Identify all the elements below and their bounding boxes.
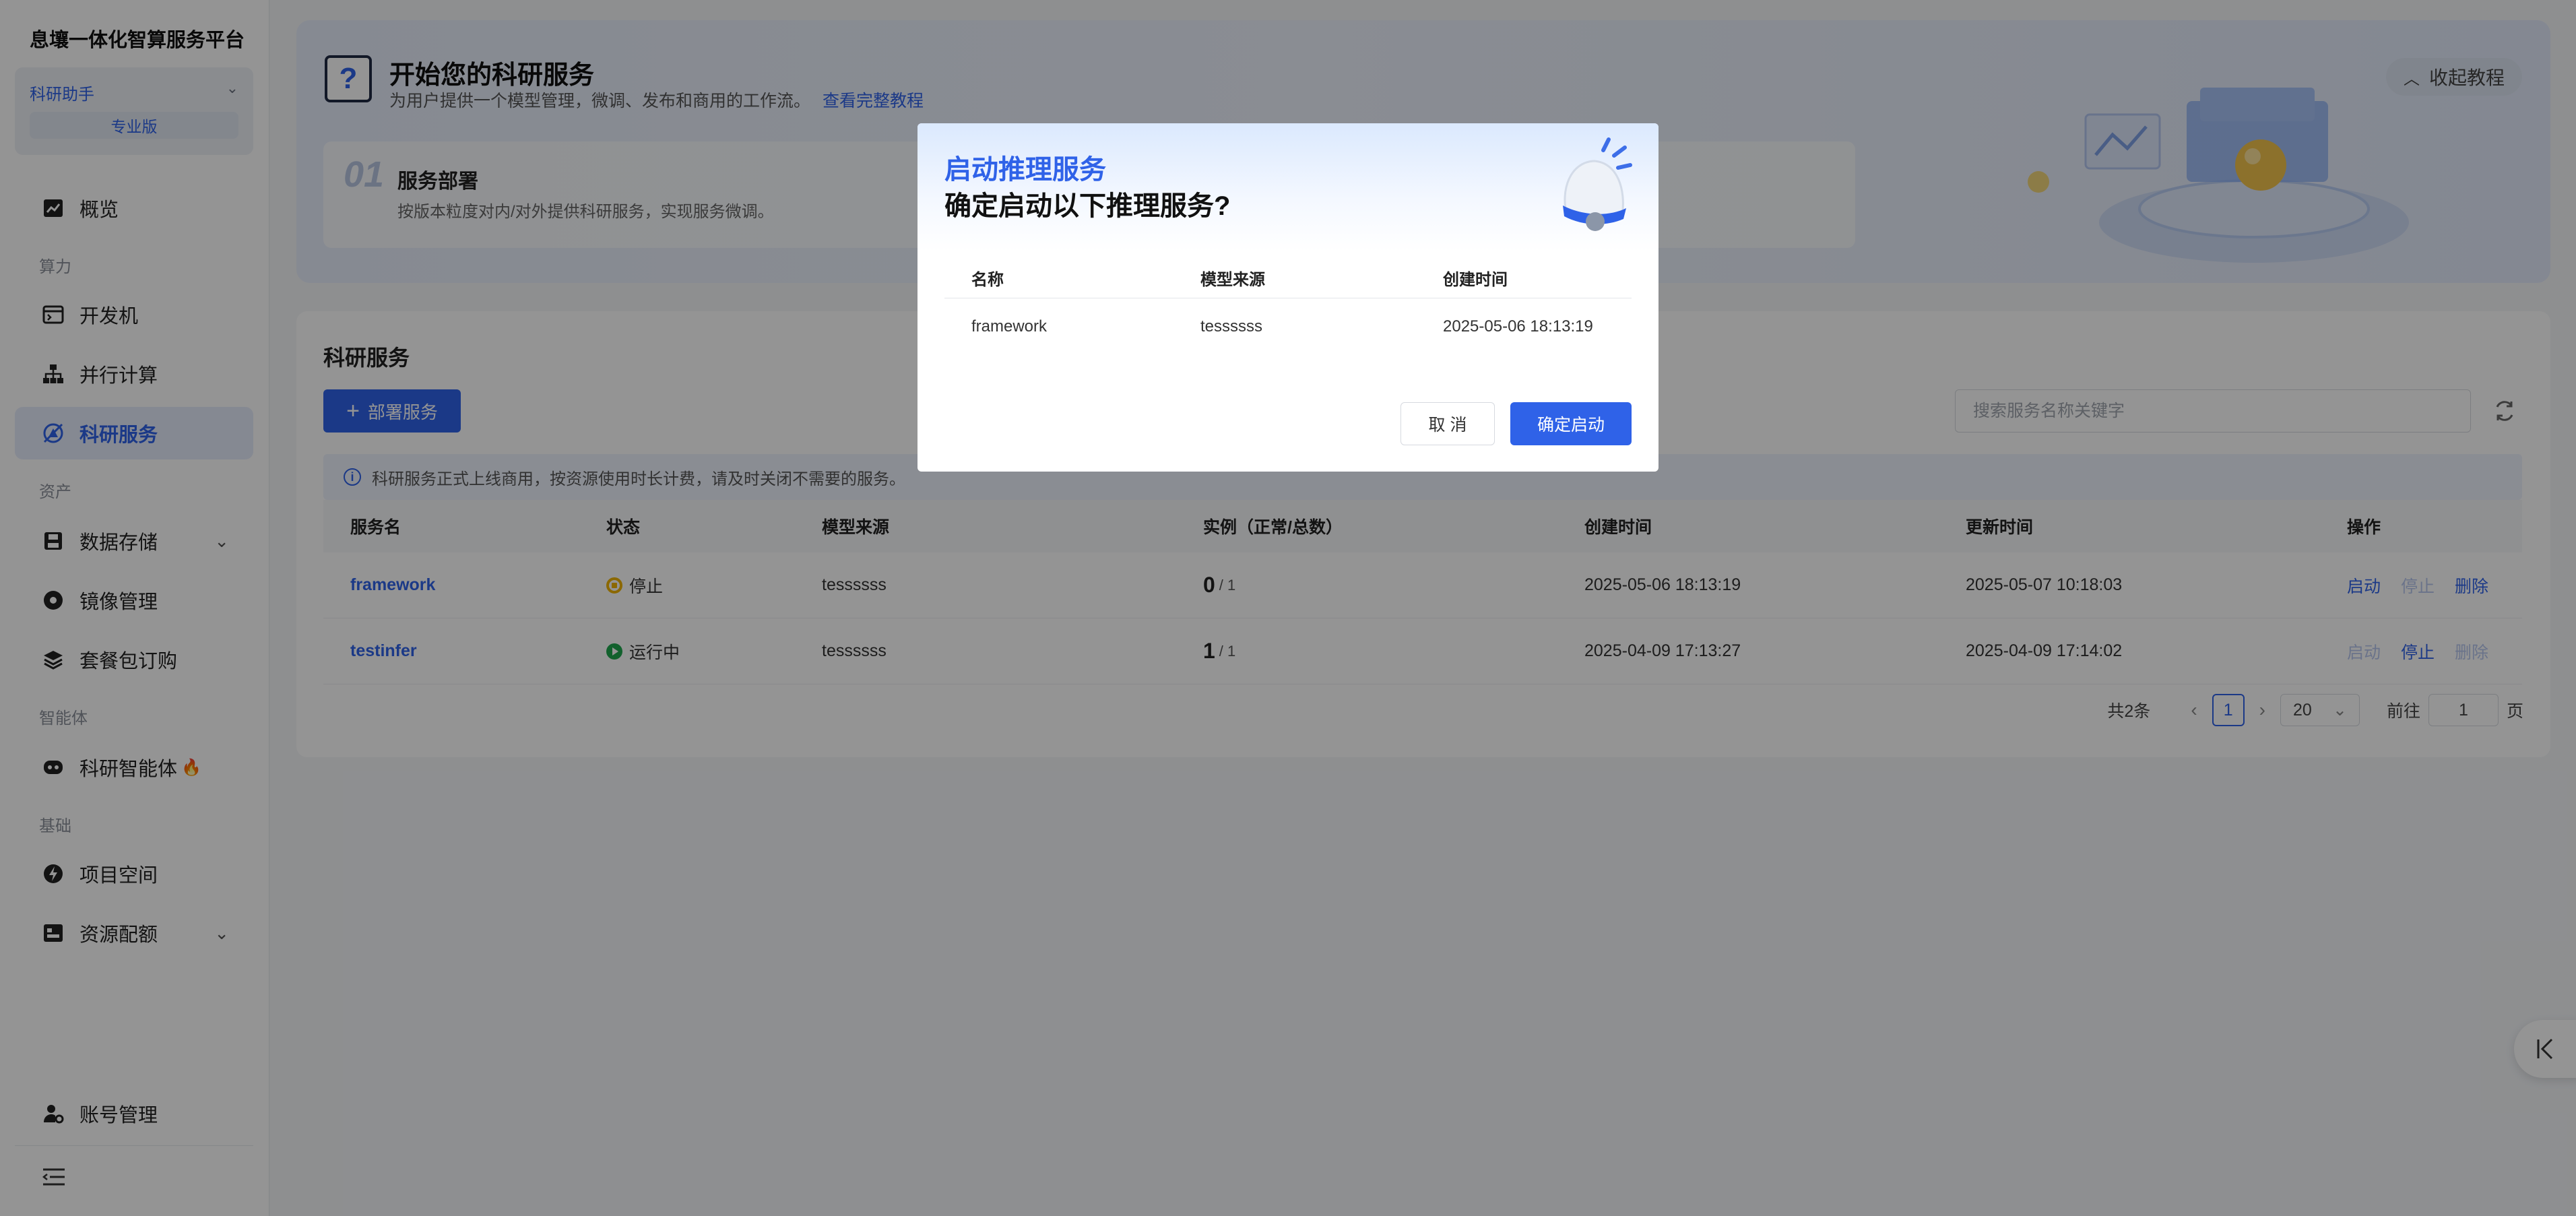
cancel-button[interactable]: 取 消	[1400, 402, 1495, 445]
model-source-cell: tessssss	[1200, 317, 1263, 335]
confirm-start-button[interactable]: 确定启动	[1510, 402, 1632, 445]
created-time-cell: 2025-05-06 18:13:19	[1443, 317, 1593, 335]
service-name-cell: framework	[971, 317, 1048, 335]
start-service-dialog: 启动推理服务 确定启动以下推理服务? 名称 模型来源 创建时间 framewor…	[917, 123, 1659, 472]
table-row: framework tessssss 2025-05-06 18:13:19	[944, 298, 1632, 355]
bell-icon	[1563, 137, 1632, 231]
dialog-table-header: 名称 模型来源 创建时间	[944, 258, 1632, 298]
column-header: 名称	[971, 271, 1004, 289]
dialog-question: 确定启动以下推理服务?	[944, 191, 1231, 221]
dialog-title: 启动推理服务	[944, 155, 1106, 185]
column-header: 创建时间	[1443, 271, 1508, 289]
column-header: 模型来源	[1200, 271, 1265, 289]
dialog-table: 名称 模型来源 创建时间 framework tessssss 2025-05-…	[944, 258, 1632, 355]
